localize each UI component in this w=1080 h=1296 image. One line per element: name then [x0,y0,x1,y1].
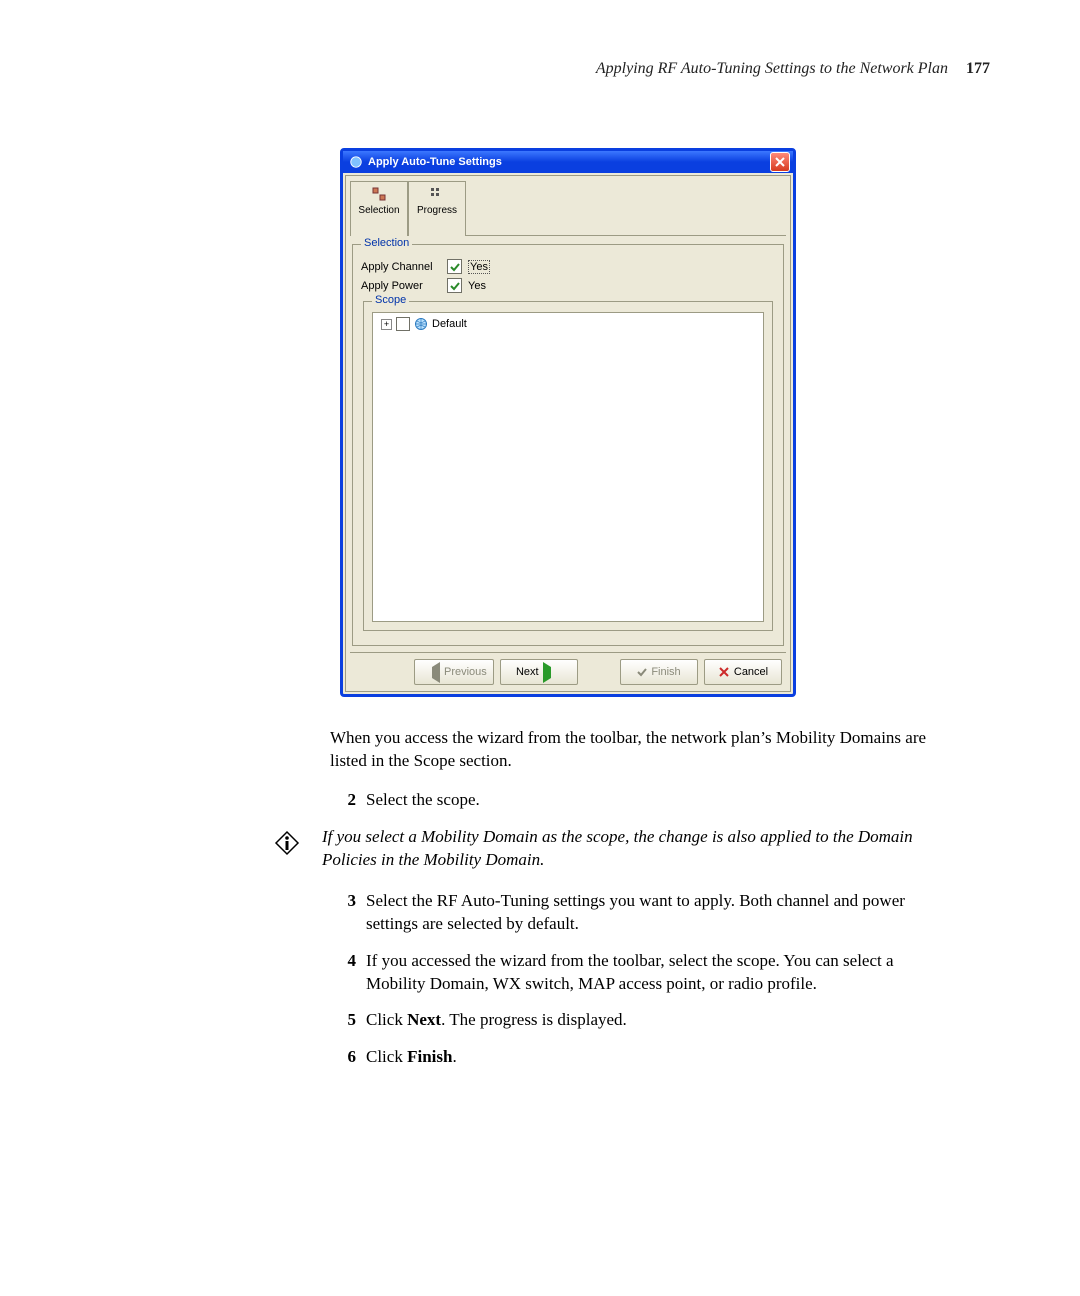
previous-button[interactable]: Previous [414,659,494,685]
info-note: If you select a Mobility Domain as the s… [330,826,950,872]
apply-power-value: Yes [468,280,486,292]
globe-icon [414,317,428,331]
step-text: Click Finish. [366,1046,950,1069]
step-2: 2 Select the scope. [330,789,950,812]
titlebar: Apply Auto-Tune Settings [343,151,793,173]
step-number: 2 [330,789,356,812]
tab-selection[interactable]: Selection [350,181,408,236]
step-number: 4 [330,950,356,996]
scope-tree[interactable]: + Default [372,312,764,622]
running-title: Applying RF Auto-Tuning Settings to the … [596,60,948,77]
tree-checkbox[interactable] [396,317,410,331]
finish-button[interactable]: Finish [620,659,698,685]
info-text: If you select a Mobility Domain as the s… [322,826,950,872]
finish-label: Finish [651,666,680,678]
running-header: Applying RF Auto-Tuning Settings to the … [90,60,990,78]
step-number: 5 [330,1009,356,1032]
close-icon [775,157,785,167]
selection-tab-icon [371,186,387,202]
progress-tab-icon [429,186,445,202]
tab-progress[interactable]: Progress [408,181,466,236]
apply-channel-checkbox[interactable] [447,259,462,274]
tree-label: Default [432,318,467,330]
apply-channel-value: Yes [468,260,490,274]
next-button[interactable]: Next [500,659,578,685]
selection-legend: Selection [361,237,412,249]
x-icon [718,666,730,678]
intro-paragraph: When you access the wizard from the tool… [330,727,950,773]
step-3: 3 Select the RF Auto-Tuning settings you… [330,890,950,936]
selection-group: Selection Apply Channel Yes Apply Power … [352,244,784,646]
cancel-button[interactable]: Cancel [704,659,782,685]
step-text: Select the scope. [366,789,950,812]
apply-power-label: Apply Power [361,280,441,292]
cancel-label: Cancel [734,666,768,678]
arrow-right-icon [543,662,562,683]
tab-progress-label: Progress [417,205,457,216]
step-number: 6 [330,1046,356,1069]
tab-selection-label: Selection [358,205,399,216]
check-icon [450,262,460,272]
apply-channel-label: Apply Channel [361,261,441,273]
step-text: If you accessed the wizard from the tool… [366,950,950,996]
tree-row[interactable]: + Default [381,317,759,331]
check-icon [450,281,460,291]
tab-bar: Selection Progress [350,180,786,236]
app-icon [349,155,363,169]
scope-group: Scope + Default [363,301,773,631]
close-button[interactable] [770,152,790,172]
scope-legend: Scope [372,294,409,306]
apply-power-checkbox[interactable] [447,278,462,293]
step-6: 6 Click Finish. [330,1046,950,1069]
expand-icon[interactable]: + [381,319,392,330]
step-number: 3 [330,890,356,936]
info-icon [270,826,304,860]
button-bar: Previous Next Finish [350,652,786,687]
step-text: Click Next. The progress is displayed. [366,1009,950,1032]
next-label: Next [516,666,539,678]
dialog-title: Apply Auto-Tune Settings [368,156,502,168]
page-number: 177 [966,60,990,77]
step-text: Select the RF Auto-Tuning settings you w… [366,890,950,936]
step-5: 5 Click Next. The progress is displayed. [330,1009,950,1032]
body-text: When you access the wizard from the tool… [330,727,950,1069]
step-4: 4 If you accessed the wizard from the to… [330,950,950,996]
arrow-left-icon [421,662,440,683]
previous-label: Previous [444,666,487,678]
check-icon [637,667,647,677]
dialog: Apply Auto-Tune Settings Selection [340,148,796,697]
